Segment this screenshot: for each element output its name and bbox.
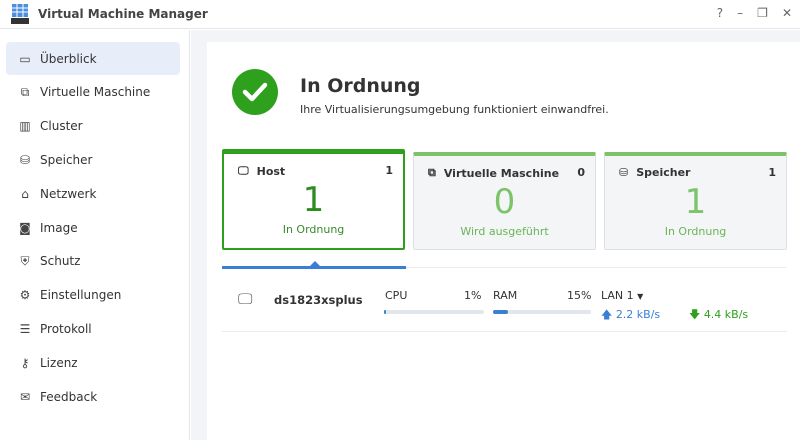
app-logo-icon bbox=[11, 4, 29, 24]
sidebar-item-feedback[interactable]: ✉ Feedback bbox=[6, 380, 180, 413]
sidebar-item-label: Image bbox=[40, 220, 78, 235]
sidebar-item-label: Lizenz bbox=[40, 355, 78, 370]
status-subtitle: Ihre Virtualisierungsumgebung funktionie… bbox=[300, 103, 609, 116]
app-title: Virtual Machine Manager bbox=[38, 7, 208, 21]
sidebar-item-label: Überblick bbox=[40, 51, 97, 66]
card-value: 1 bbox=[684, 182, 707, 222]
tab-caret bbox=[310, 261, 320, 266]
card-title: Host bbox=[256, 164, 286, 178]
overview-icon: ▭ bbox=[19, 51, 31, 66]
card-title: Virtuelle Maschine bbox=[443, 166, 560, 180]
cpu-value: 1% bbox=[464, 289, 482, 302]
vm-card[interactable]: ⧉ Virtuelle Maschine 0 0 Wird ausgeführt bbox=[413, 152, 596, 250]
sidebar-item-label: Virtuelle Maschine bbox=[40, 85, 151, 100]
sidebar-item-schutz[interactable]: ⛨ Schutz bbox=[6, 245, 180, 278]
host-name: ds1823xsplus bbox=[274, 293, 363, 307]
title-bar: Virtual Machine Manager ? – ❐ ✕ bbox=[0, 0, 800, 29]
card-title: Speicher bbox=[636, 166, 691, 179]
sidebar-item-einstellungen[interactable]: ⚙ Einstellungen bbox=[6, 279, 180, 312]
card-status: In Ordnung bbox=[664, 225, 727, 238]
card-count: 1 bbox=[385, 164, 393, 177]
host-card[interactable]: 🖵 Host 1 1 In Ordnung bbox=[222, 149, 405, 250]
sidebar-item-label: Schutz bbox=[40, 254, 81, 269]
minimize-button[interactable]: – bbox=[737, 6, 743, 20]
sidebar-item-speicher[interactable]: ⛁ Speicher bbox=[6, 143, 180, 176]
key-icon: ⚷ bbox=[20, 355, 30, 370]
card-status: In Ordnung bbox=[282, 223, 345, 236]
card-status: Wird ausgeführt bbox=[460, 225, 549, 238]
storage-card[interactable]: ⛁ Speicher 1 1 In Ordnung bbox=[604, 152, 787, 250]
shield-icon: ⛨ bbox=[20, 253, 30, 268]
help-button[interactable]: ? bbox=[717, 6, 723, 20]
card-value: 1 bbox=[302, 180, 325, 220]
arrow-down-icon: 🡇 bbox=[689, 308, 701, 321]
cpu-label: CPU bbox=[385, 289, 408, 302]
sidebar: ▭ Überblick ⧉ Virtuelle Maschine ▥ Cluster ⛁ Sp… bbox=[0, 30, 190, 440]
close-button[interactable]: ✕ bbox=[782, 6, 792, 20]
monitor-icon: 🖵 bbox=[238, 290, 253, 308]
mail-icon: ✉ bbox=[19, 389, 31, 404]
sidebar-item-cluster[interactable]: ▥ Cluster bbox=[6, 110, 180, 143]
lan-label: LAN 1 bbox=[601, 289, 634, 302]
vm-icon: ⧉ bbox=[20, 84, 30, 99]
sidebar-item-label: Speicher bbox=[40, 152, 93, 167]
network-icon: ⌂ bbox=[21, 186, 29, 201]
divider bbox=[406, 267, 786, 268]
sidebar-item-image[interactable]: ◙ Image bbox=[6, 211, 180, 244]
caret-down-icon: ▼ bbox=[637, 292, 644, 301]
ram-label: RAM bbox=[493, 289, 518, 302]
upload-value: 2.2 kB/s bbox=[615, 308, 661, 321]
lan-dropdown[interactable]: LAN 1 ▼ bbox=[601, 289, 643, 302]
sidebar-item--berblick[interactable]: ▭ Überblick bbox=[6, 42, 180, 75]
ram-bar bbox=[493, 310, 591, 314]
sidebar-item-protokoll[interactable]: ☰ Protokoll bbox=[6, 312, 180, 345]
restore-button[interactable]: ❐ bbox=[757, 6, 768, 20]
gear-icon: ⚙ bbox=[19, 288, 31, 303]
overview-panel: In Ordnung Ihre Virtualisierungsumgebung… bbox=[207, 42, 800, 440]
sidebar-item-virtuelle-maschine[interactable]: ⧉ Virtuelle Maschine bbox=[6, 76, 180, 109]
sidebar-item-label: Netzwerk bbox=[40, 186, 97, 201]
host-row[interactable]: 🖵 ds1823xsplus CPU 1% RAM 15% LAN 1 ▼ 🡅 … bbox=[222, 282, 787, 332]
storage-icon: ⛁ bbox=[19, 152, 31, 167]
card-count: 0 bbox=[577, 166, 585, 179]
sidebar-item-lizenz[interactable]: ⚷ Lizenz bbox=[6, 346, 180, 379]
card-value: 0 bbox=[493, 182, 516, 222]
upload-rate: 🡅 2.2 kB/s bbox=[601, 306, 660, 325]
sidebar-item-label: Cluster bbox=[40, 119, 83, 134]
storage-icon: ⛁ bbox=[619, 166, 629, 179]
status-title: In Ordnung bbox=[300, 75, 421, 97]
ok-check-icon bbox=[232, 69, 278, 115]
vm-icon: ⧉ bbox=[428, 166, 436, 179]
card-count: 1 bbox=[768, 166, 776, 179]
sidebar-item-label: Protokoll bbox=[40, 321, 92, 336]
main-area: In Ordnung Ihre Virtualisierungsumgebung… bbox=[191, 30, 800, 440]
download-value: 4.4 kB/s bbox=[703, 308, 749, 321]
cluster-icon: ▥ bbox=[19, 119, 31, 134]
sidebar-item-label: Feedback bbox=[40, 389, 98, 404]
cpu-bar bbox=[384, 310, 484, 314]
sidebar-item-netzwerk[interactable]: ⌂ Netzwerk bbox=[6, 177, 180, 210]
ram-value: 15% bbox=[567, 289, 592, 302]
arrow-up-icon: 🡅 bbox=[601, 308, 613, 321]
monitor-icon: 🖵 bbox=[238, 164, 249, 177]
download-rate: 🡇 4.4 kB/s bbox=[689, 306, 748, 325]
sidebar-item-label: Einstellungen bbox=[40, 288, 122, 303]
image-icon: ◙ bbox=[19, 220, 31, 235]
list-icon: ☰ bbox=[19, 321, 31, 336]
selected-tab-indicator bbox=[222, 266, 406, 269]
